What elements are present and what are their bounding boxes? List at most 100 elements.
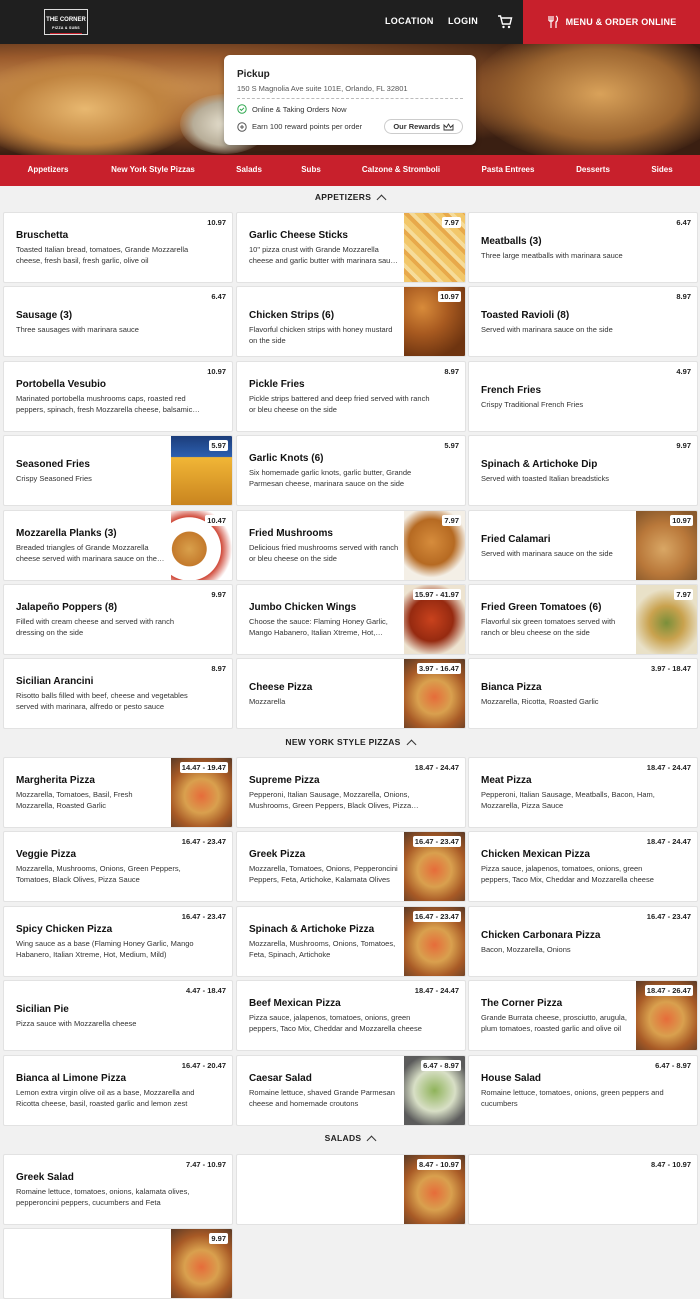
category-tab-salads[interactable]: Salads [236,165,262,174]
menu-item-description: Filled with cream cheese and served with… [16,617,174,637]
nav-login-link[interactable]: LOGIN [448,16,478,26]
rewards-text: Earn 100 reward points per order [252,122,363,131]
menu-item-card[interactable]: Fried Calamari Served with marinara sauce… [468,510,698,581]
menu-item-name: Greek Salad [16,1172,74,1183]
menu-item-card[interactable]: Sausage (3) Three sausages with marinara … [3,286,233,357]
chevron-up-icon [366,1135,377,1145]
menu-item-price: 9.97 [674,440,693,451]
menu-item-card[interactable]: Greek Pizza Mozzarella, Tomatoes, Onions,… [236,831,466,902]
menu-item-card[interactable]: Jalapeño Poppers (8) Filled with cream ch… [3,584,233,655]
menu-item-description: Mozzarella [249,697,286,706]
menu-item-name: Sicilian Arancini [16,676,94,687]
category-tab-desserts[interactable]: Desserts [576,165,610,174]
category-tab-ny-pizzas[interactable]: New York Style Pizzas [111,165,195,174]
logo-line-2: PIZZA & SUBS [52,26,80,30]
menu-item-card[interactable]: Garlic Cheese Sticks 10" pizza crust with… [236,212,466,283]
section-header-appetizers[interactable]: APPETIZERS [0,188,700,206]
menu-item-card[interactable]: Meatballs (3) Three large meatballs with … [468,212,698,283]
logo[interactable]: THE CORNER PIZZA & SUBS [44,9,88,35]
pickup-address[interactable]: 150 S Magnolia Ave suite 101E, Orlando, … [237,84,463,99]
menu-item-card[interactable]: Greek Salad Romaine lettuce, tomatoes, on… [3,1154,233,1225]
menu-item-price: 8.47 - 10.97 [648,1159,693,1170]
menu-item-price: 16.47 - 23.47 [412,911,461,922]
menu-item-name: Jalapeño Poppers (8) [16,602,118,613]
menu-item-card[interactable]: Meat Pizza Pepperoni, Italian Sausage, Me… [468,757,698,828]
menu-item-description: Three sausages with marinara sauce [16,325,139,334]
category-tab-appetizers[interactable]: Appetizers [28,165,69,174]
menu-item-card[interactable]: French Fries Crispy Traditional French Fr… [468,361,698,432]
menu-item-card[interactable]: Chicken Carbonara Pizza Bacon, Mozzarella… [468,906,698,977]
menu-item-description: Breaded triangles of Grande Mozzarella c… [16,543,157,563]
menu-item-price: 16.47 - 23.47 [179,911,228,922]
menu-item-card[interactable]: Margherita Pizza Mozzarella, Tomatoes, Ba… [3,757,233,828]
menu-item-name: Bruschetta [16,230,69,241]
menu-item-card[interactable]: Bianca al Limone Pizza Lemon extra virgin… [3,1055,233,1126]
menu-item-card[interactable]: Sicilian Arancini Risotto balls filled wi… [3,658,233,729]
our-rewards-button[interactable]: Our Rewards [384,119,463,134]
menu-item-card[interactable]: Sicilian Pie Pizza sauce with Mozzarella … [3,980,233,1051]
menu-item-card[interactable]: Jumbo Chicken Wings Choose the sauce: Fla… [236,584,466,655]
category-tab-calzone[interactable]: Calzone & Stromboli [362,165,440,174]
menu-item-card[interactable]: Pickle Fries Pickle strips battered and d… [236,361,466,432]
menu-item-price: 5.97 [442,440,461,451]
menu-order-online-button[interactable]: MENU & ORDER ONLINE [523,0,700,44]
menu-item-name: Beef Mexican Pizza [249,998,341,1009]
menu-item-description: Three large meatballs with marinara sauc… [481,251,623,260]
menu-item-card[interactable]: Portobella Vesubio Marinated portobella m… [3,361,233,432]
menu-item-price: 18.47 - 24.47 [412,762,461,773]
menu-item-description: Wing sauce as a base (Flaming Honey Garl… [16,939,194,959]
menu-item-card[interactable]: Chicken Strips (6) Flavorful chicken stri… [236,286,466,357]
menu-item-name: Meat Pizza [481,775,532,786]
menu-item-name: Spinach & Artichoke Dip [481,459,598,470]
pickup-title: Pickup [237,69,270,80]
menu-item-card[interactable]: Supreme Pizza Pepperoni, Italian Sausage,… [236,757,466,828]
menu-item-card[interactable]: Veggie Pizza Mozzarella, Mushrooms, Onion… [3,831,233,902]
rewards-row: Earn 100 reward points per order Our Rew… [237,119,463,134]
plus-circle-icon [237,121,247,132]
pickup-card: Pickup 150 S Magnolia Ave suite 101E, Or… [224,55,476,145]
menu-item-price: 4.97 [674,366,693,377]
menu-item-price: 7.97 [442,217,461,228]
menu-item-card[interactable]: Spinach & Artichoke Pizza Mozzarella, Mus… [236,906,466,977]
menu-item-card[interactable]: Fried Green Tomatoes (6) Flavorful six gr… [468,584,698,655]
menu-item-description: Crispy Traditional French Fries [481,400,584,409]
menu-item-card[interactable]: Beef Mexican Pizza Pizza sauce, jalapenos… [236,980,466,1051]
nav-location-link[interactable]: LOCATION [385,16,434,26]
section-header-pizzas[interactable]: NEW YORK STYLE PIZZAS [0,733,700,751]
menu-item-description: Lemon extra virgin olive oil as a base, … [16,1088,195,1108]
cart-icon[interactable] [497,14,513,30]
menu-item-description: Mozzarella, Tomatoes, Onions, Pepperonci… [249,864,398,884]
menu-item-card[interactable]: Garlic Knots (6) Six homemade garlic knot… [236,435,466,506]
menu-item-name: Sausage (3) [16,310,73,321]
menu-item-price: 7.97 [442,515,461,526]
category-tab-pasta[interactable]: Pasta Entrees [482,165,535,174]
menu-item-card[interactable]: 9.97 [3,1228,233,1299]
menu-item-description: Pizza sauce, jalapenos, tomatoes, onions… [481,864,654,884]
logo-underline [50,33,82,34]
menu-item-card[interactable]: Bruschetta Toasted Italian bread, tomatoe… [3,212,233,283]
chevron-up-icon [376,194,387,204]
menu-item-card[interactable]: Fried Mushrooms Delicious fried mushrooms… [236,510,466,581]
menu-item-card[interactable]: The Corner Pizza Grande Burrata cheese, p… [468,980,698,1051]
menu-item-card[interactable]: Toasted Ravioli (8) Served with marinara … [468,286,698,357]
menu-item-card[interactable]: Mozzarella Planks (3) Breaded triangles o… [3,510,233,581]
menu-item-name: Greek Pizza [249,849,306,860]
menu-item-price: 18.47 - 24.47 [644,762,693,773]
menu-item-price: 8.97 [442,366,461,377]
menu-item-card[interactable]: Caesar Salad Romaine lettuce, shaved Gran… [236,1055,466,1126]
menu-item-name: Pickle Fries [249,379,305,390]
menu-item-card[interactable]: Chicken Mexican Pizza Pizza sauce, jalape… [468,831,698,902]
menu-item-card[interactable]: 8.47 - 10.97 [468,1154,698,1225]
category-tab-subs[interactable]: Subs [301,165,321,174]
menu-item-card[interactable]: House Salad Romaine lettuce, tomatoes, on… [468,1055,698,1126]
menu-item-name: Caesar Salad [249,1073,312,1084]
menu-item-card[interactable]: Seasoned Fries Crispy Seasoned Fries 5.97 [3,435,233,506]
section-header-salads[interactable]: SALADS [0,1129,700,1147]
menu-item-card[interactable]: Bianca Pizza Mozzarella, Ricotta, Roasted… [468,658,698,729]
category-tab-sides[interactable]: Sides [651,165,672,174]
section-title: NEW YORK STYLE PIZZAS [285,737,401,747]
menu-item-card[interactable]: Spinach & Artichoke Dip Served with toast… [468,435,698,506]
menu-item-card[interactable]: Cheese Pizza Mozzarella 3.97 - 16.47 [236,658,466,729]
menu-item-card[interactable]: Spicy Chicken Pizza Wing sauce as a base … [3,906,233,977]
menu-item-card[interactable]: 8.47 - 10.97 [236,1154,466,1225]
